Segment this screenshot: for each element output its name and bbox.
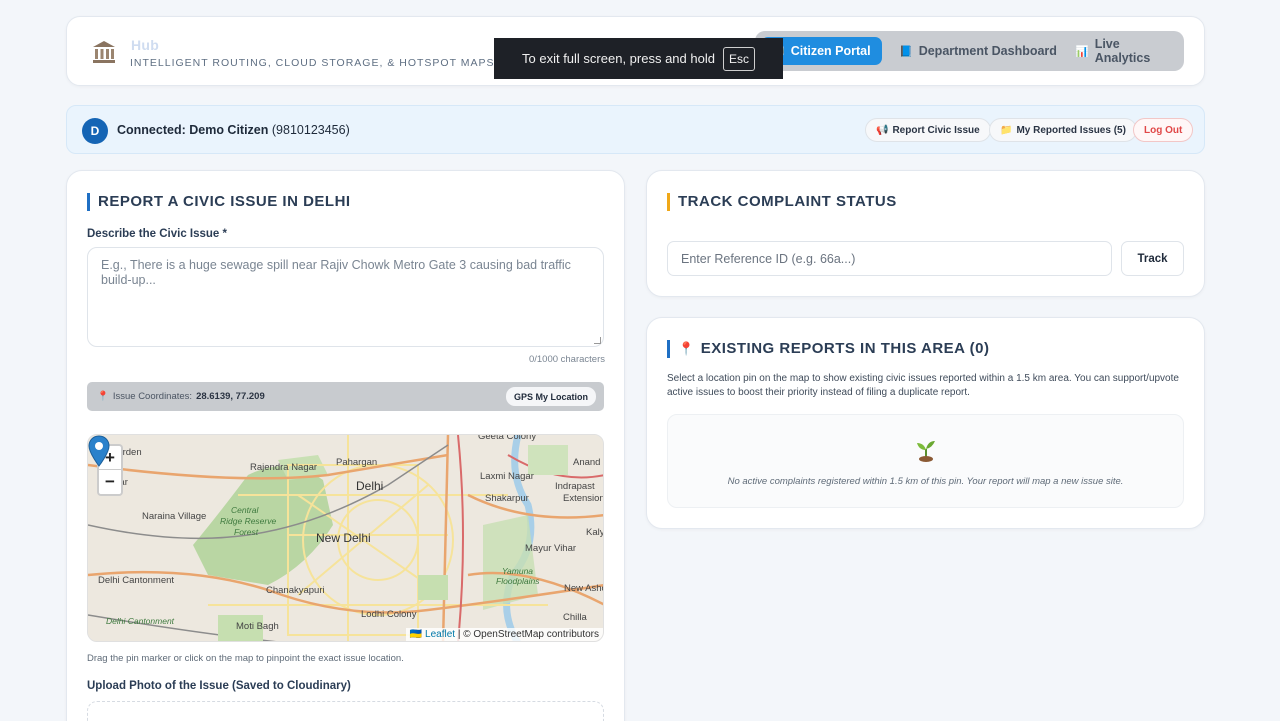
map-label: Yamuna: [502, 566, 534, 576]
zoom-out-button[interactable]: −: [99, 470, 121, 494]
resize-handle[interactable]: [594, 337, 601, 344]
map-label: Lodhi Colony: [361, 609, 417, 620]
track-card-title: TRACK COMPLAINT STATUS: [667, 193, 897, 211]
map-label: Extension: [563, 493, 604, 504]
megaphone-icon: 📢: [876, 124, 889, 136]
map-label: Floodplains: [496, 576, 540, 586]
connection-bar: D Connected: Demo Citizen (9810123456) 📢…: [66, 105, 1205, 154]
char-count: 0/1000 characters: [528, 354, 605, 365]
map-label: Delhi Cantonment: [98, 575, 175, 586]
tab-department-dashboard[interactable]: 📘 Department Dashboard: [889, 37, 1067, 65]
upload-photo-label: Upload Photo of the Issue (Saved to Clou…: [87, 680, 351, 692]
describe-label: Describe the Civic Issue *: [87, 228, 227, 240]
map-label: Delhi Cantonment: [106, 616, 175, 626]
seedling-icon: [917, 441, 935, 462]
bank-icon: [93, 41, 115, 63]
map-label: Mayur Vihar: [525, 543, 577, 554]
map-attribution: 🇺🇦 Leaflet | © OpenStreetMap contributor…: [405, 628, 603, 641]
map-label: Naraina Village: [142, 511, 207, 522]
connection-status: Connected: Demo Citizen (9810123456): [117, 123, 350, 137]
map-label: Kaly: [586, 527, 604, 538]
photo-dropzone[interactable]: [87, 701, 604, 721]
esc-key-hint: Esc: [722, 46, 755, 71]
bar-chart-icon: 📊: [1075, 45, 1089, 58]
existing-description: Select a location pin on the map to show…: [667, 373, 1179, 398]
pin-icon: 📍: [97, 391, 109, 402]
map-label: Pahargan: [336, 457, 378, 468]
portal-tabs: 📢 Citizen Portal 📘 Department Dashboard …: [755, 31, 1184, 71]
location-map[interactable]: Geeta Colony ri Garden Rajendra Nagar Pa…: [87, 434, 604, 642]
map-label: Geeta Colony: [478, 434, 537, 442]
map-label: New Delhi: [316, 531, 371, 545]
reference-id-input[interactable]: Enter Reference ID (e.g. 66a...): [667, 241, 1112, 276]
pin-icon: 📍: [678, 341, 695, 356]
avatar: D: [82, 118, 108, 144]
brand-title: Hub: [131, 37, 160, 53]
map-drag-hint: Drag the pin marker or click on the map …: [87, 653, 404, 664]
track-button[interactable]: Track: [1121, 241, 1184, 276]
book-icon: 📘: [899, 45, 913, 58]
map-label: Rajendra Nagar: [250, 462, 318, 473]
map-label: Chanakyapuri: [266, 585, 325, 596]
report-civic-issue-button[interactable]: 📢 Report Civic Issue: [865, 118, 991, 142]
folder-icon: 📁: [1000, 124, 1013, 136]
map-label: Ridge Reserve: [220, 516, 277, 526]
tab-live-analytics[interactable]: 📊 Live Analytics: [1065, 37, 1184, 65]
leaflet-link[interactable]: Leaflet: [425, 629, 455, 640]
empty-state: No active complaints registered within 1…: [667, 414, 1184, 508]
map-label: New Asho: [564, 583, 604, 594]
map-label: Shakarpur: [485, 493, 529, 504]
logout-button[interactable]: Log Out: [1133, 118, 1194, 142]
issue-description-textarea[interactable]: E.g., There is a huge sewage spill near …: [87, 247, 604, 347]
map-label: Laxmi Nagar: [480, 471, 534, 482]
ukraine-flag-icon: 🇺🇦: [409, 629, 423, 640]
map-label: Indrapast: [555, 481, 595, 492]
map-label: Forest: [234, 527, 259, 537]
report-issue-card: REPORT A CIVIC ISSUE IN DELHI Describe t…: [66, 170, 625, 721]
track-complaint-card: TRACK COMPLAINT STATUS Enter Reference I…: [646, 170, 1205, 297]
brand-subtitle: INTELLIGENT ROUTING, CLOUD STORAGE, & HO…: [130, 57, 495, 69]
map-label: Delhi: [356, 479, 384, 493]
gps-location-button[interactable]: GPS My Location: [505, 387, 596, 406]
map-label: Moti Bagh: [236, 621, 279, 632]
map-pin-marker-icon[interactable]: [88, 435, 110, 467]
empty-state-text: No active complaints registered within 1…: [727, 476, 1124, 487]
existing-reports-card: 📍 EXISTING REPORTS IN THIS AREA (0) Sele…: [646, 317, 1205, 529]
report-card-title: REPORT A CIVIC ISSUE IN DELHI: [87, 193, 351, 211]
map-label: Central: [231, 505, 259, 515]
coordinates-bar: 📍 Issue Coordinates: 28.6139, 77.209 GPS…: [87, 382, 604, 411]
existing-card-title: 📍 EXISTING REPORTS IN THIS AREA (0): [667, 340, 989, 358]
my-reported-issues-button[interactable]: 📁 My Reported Issues (5): [989, 118, 1137, 142]
fullscreen-exit-toast: To exit full screen, press and hold Esc: [494, 38, 783, 79]
map-label: Chilla: [563, 612, 587, 623]
map-label: Anand: [573, 457, 601, 468]
